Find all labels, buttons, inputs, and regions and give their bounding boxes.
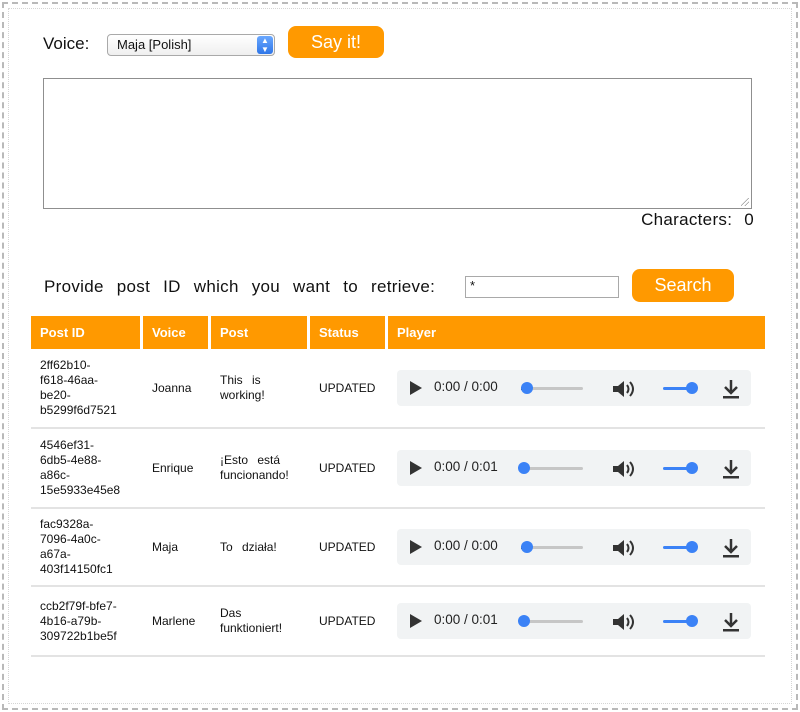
progress-knob[interactable] xyxy=(518,615,530,627)
progress-knob[interactable] xyxy=(521,541,533,553)
post-id-cell: 2ff62b10- f618-46aa-be20- b5299f6d7521 xyxy=(31,349,143,429)
volume-knob[interactable] xyxy=(686,382,698,394)
time-display: 0:00 / 0:01 xyxy=(434,612,498,627)
post-id-line: ccb2f79f-bfe7- xyxy=(40,598,117,613)
post-id-input[interactable]: * xyxy=(465,276,619,298)
download-icon[interactable] xyxy=(722,611,740,633)
column-header-player: Player xyxy=(388,316,765,349)
post-text-line: funcionando! xyxy=(220,468,289,482)
download-icon[interactable] xyxy=(722,458,740,480)
column-header-post-id: Post ID xyxy=(31,316,143,349)
table-row: fac9328a- 7096-4a0c-a67a- 403f14150fc1 Maj… xyxy=(31,509,765,587)
status-cell: UPDATED xyxy=(310,349,388,429)
audio-player[interactable]: 0:00 / 0:00 xyxy=(397,370,751,406)
voice-cell: Enrique xyxy=(143,429,211,509)
post-cell: ¡Esto está funcionando! xyxy=(211,429,310,509)
player-cell: 0:00 / 0:01 xyxy=(388,587,765,657)
post-id-line: be20- xyxy=(40,388,71,402)
posts-table: Post ID Voice Post Status Player 2ff62b1… xyxy=(31,316,765,657)
download-icon[interactable] xyxy=(722,378,740,400)
post-text-line: To działa! xyxy=(220,539,277,554)
post-id-line: 6db5-4e88- xyxy=(40,453,102,467)
post-id-line: f618-46aa- xyxy=(40,373,99,387)
post-text-line: funktioniert! xyxy=(220,621,283,635)
table-row: 2ff62b10- f618-46aa-be20- b5299f6d7521 Joa… xyxy=(31,349,765,429)
column-header-status: Status xyxy=(310,316,388,349)
status-cell: UPDATED xyxy=(310,429,388,509)
post-id-line: 309722b1be5f xyxy=(40,628,117,643)
progress-knob[interactable] xyxy=(521,382,533,394)
voice-select-value: Maja [Polish] xyxy=(117,37,192,52)
status-cell: UPDATED xyxy=(310,587,388,657)
search-button[interactable]: Search xyxy=(632,269,734,302)
column-header-post: Post xyxy=(211,316,310,349)
player-cell: 0:00 / 0:01 xyxy=(388,429,765,509)
voice-cell: Maja xyxy=(143,509,211,587)
play-icon[interactable] xyxy=(410,614,422,628)
audio-player[interactable]: 0:00 / 0:00 xyxy=(397,529,751,565)
post-id-line: 7096-4a0c- xyxy=(40,532,101,546)
table-row: ccb2f79f-bfe7- 4b16-a79b- 309722b1be5f Mar… xyxy=(31,587,765,657)
progress-slider[interactable] xyxy=(521,467,583,470)
column-header-voice: Voice xyxy=(143,316,211,349)
progress-knob[interactable] xyxy=(518,462,530,474)
player-cell: 0:00 / 0:00 xyxy=(388,509,765,587)
post-id-line: b5299f6d7521 xyxy=(40,403,117,417)
play-icon[interactable] xyxy=(410,381,422,395)
volume-icon[interactable] xyxy=(611,612,637,632)
table-body: 2ff62b10- f618-46aa-be20- b5299f6d7521 Joa… xyxy=(31,349,765,657)
player-cell: 0:00 / 0:00 xyxy=(388,349,765,429)
post-text-line: working! xyxy=(220,388,265,402)
post-id-line: 4b16-a79b- xyxy=(40,613,102,628)
character-counter: Characters: 0 xyxy=(641,210,754,230)
resize-grip-icon[interactable] xyxy=(741,198,749,206)
voice-cell: Marlene xyxy=(143,587,211,657)
characters-count: 0 xyxy=(744,210,754,229)
status-cell: UPDATED xyxy=(310,509,388,587)
retrieve-label: Provide post ID which you want to retrie… xyxy=(44,277,436,296)
table-row: 4546ef31- 6db5-4e88- a86c- 15e5933e45e8 Enr… xyxy=(31,429,765,509)
text-input[interactable] xyxy=(43,78,752,209)
chevron-updown-icon: ▲ ▼ xyxy=(257,36,273,54)
volume-knob[interactable] xyxy=(686,462,698,474)
time-display: 0:00 / 0:00 xyxy=(434,538,498,553)
audio-player[interactable]: 0:00 / 0:01 xyxy=(397,450,751,486)
post-id-line: a86c- xyxy=(40,468,71,482)
post-id-line: 15e5933e45e8 xyxy=(40,483,121,497)
audio-player[interactable]: 0:00 / 0:01 xyxy=(397,603,751,639)
post-id-line: a67a- xyxy=(40,547,71,561)
post-text-line: ¡Esto está xyxy=(220,453,281,467)
post-text-line: This is xyxy=(220,373,261,387)
post-id-cell: fac9328a- 7096-4a0c-a67a- 403f14150fc1 xyxy=(31,509,143,587)
post-id-cell: ccb2f79f-bfe7- 4b16-a79b- 309722b1be5f xyxy=(31,587,143,657)
post-id-line: 4546ef31- xyxy=(40,438,95,452)
play-icon[interactable] xyxy=(410,540,422,554)
time-display: 0:00 / 0:00 xyxy=(434,379,498,394)
voice-label: Voice: xyxy=(43,34,90,53)
post-id-line: 2ff62b10- xyxy=(40,358,91,372)
voice-cell: Joanna xyxy=(143,349,211,429)
volume-knob[interactable] xyxy=(686,615,698,627)
post-id-cell: 4546ef31- 6db5-4e88- a86c- 15e5933e45e8 xyxy=(31,429,143,509)
time-display: 0:00 / 0:01 xyxy=(434,459,498,474)
volume-knob[interactable] xyxy=(686,541,698,553)
table-header-row: Post ID Voice Post Status Player xyxy=(31,316,765,349)
post-text-line: Das xyxy=(220,606,242,620)
characters-label: Characters: xyxy=(641,210,733,229)
voice-select[interactable]: Maja [Polish] ▲ ▼ xyxy=(107,34,275,56)
post-id-line: 403f14150fc1 xyxy=(40,562,113,576)
volume-icon[interactable] xyxy=(611,379,637,399)
play-icon[interactable] xyxy=(410,461,422,475)
download-icon[interactable] xyxy=(722,537,740,559)
post-cell: To działa! xyxy=(211,509,310,587)
progress-slider[interactable] xyxy=(521,620,583,623)
post-cell: Das funktioniert! xyxy=(211,587,310,657)
volume-icon[interactable] xyxy=(611,538,637,558)
say-it-button[interactable]: Say it! xyxy=(288,26,384,58)
post-id-line: fac9328a- xyxy=(40,517,94,531)
post-cell: This is working! xyxy=(211,349,310,429)
volume-icon[interactable] xyxy=(611,459,637,479)
